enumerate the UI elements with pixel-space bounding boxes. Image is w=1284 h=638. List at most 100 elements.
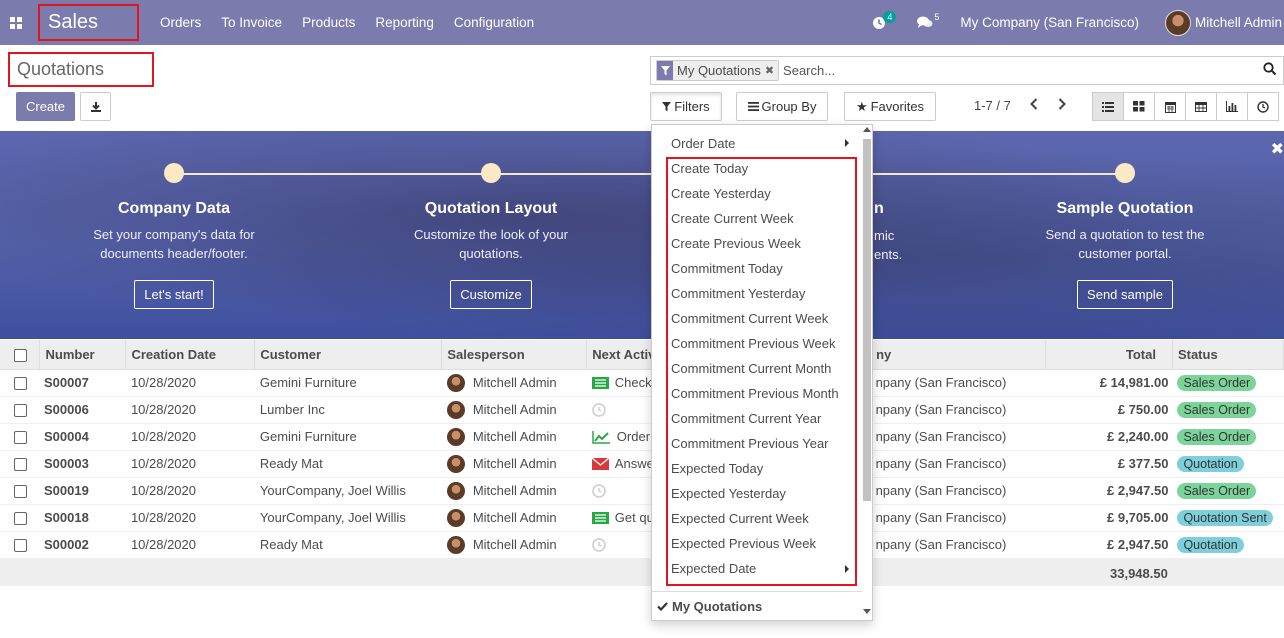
filter-option[interactable]: Commitment Current Year — [671, 411, 821, 426]
salesperson-avatar — [446, 427, 465, 446]
cell-total: £ 377.50 — [1045, 450, 1173, 478]
scroll-up-icon[interactable] — [863, 127, 871, 132]
kanban-view-button[interactable] — [1123, 92, 1155, 121]
filter-option[interactable]: Commitment Yesterday — [671, 286, 805, 301]
table-row[interactable]: S00018 10/28/2020 YourCompany, Joel Willis… — [0, 504, 1284, 532]
cell-status: Sales Order — [1172, 369, 1284, 397]
column-creation-date[interactable]: Creation Date — [125, 340, 256, 370]
cell-salesperson: Mitchell Admin — [441, 531, 587, 559]
filter-option[interactable]: Expected Today — [671, 461, 763, 476]
pager-next-icon[interactable] — [1058, 97, 1066, 113]
remove-facet-icon[interactable]: ✖ — [765, 64, 778, 77]
close-icon[interactable]: ✖ — [1271, 139, 1284, 159]
step-dot — [1115, 163, 1135, 183]
pager-value[interactable]: 1-7 / 7 — [974, 98, 1011, 113]
cell-company: npany (San Francisco) — [870, 423, 1046, 451]
filter-option[interactable]: Create Yesterday — [671, 186, 771, 201]
table-row[interactable]: S00002 10/28/2020 Ready Mat Mitchell Admin n… — [0, 531, 1284, 559]
filter-option[interactable]: Expected Date — [671, 561, 756, 576]
cell-company: npany (San Francisco) — [870, 450, 1046, 478]
filter-option[interactable]: Create Previous Week — [671, 236, 801, 251]
filter-option[interactable]: Expected Previous Week — [671, 536, 816, 551]
filter-option[interactable]: Create Current Week — [671, 211, 794, 226]
filter-option[interactable]: Commitment Previous Year — [671, 436, 829, 451]
cell-customer: YourCompany, Joel Willis — [254, 477, 442, 505]
cell-creation-date: 10/28/2020 — [125, 396, 255, 424]
row-checkbox[interactable] — [0, 504, 40, 532]
clock-icon — [592, 483, 606, 498]
pivot-view-button[interactable] — [1185, 92, 1217, 121]
filter-option[interactable]: Commitment Previous Week — [671, 336, 835, 351]
row-checkbox[interactable] — [0, 369, 40, 397]
lets-start-button[interactable]: Let's start! — [134, 280, 214, 309]
activity-view-button[interactable] — [1247, 92, 1279, 121]
apps-menu-icon[interactable] — [0, 0, 32, 45]
customize-button[interactable]: Customize — [450, 280, 532, 309]
filter-my-quotations[interactable]: My Quotations — [657, 599, 762, 614]
filter-option[interactable]: Commitment Today — [671, 261, 783, 276]
search-facet[interactable]: My Quotations ✖ — [656, 60, 780, 81]
scroll-down-icon[interactable] — [863, 609, 871, 614]
onboarding-banner: Company Data Set your company's data for… — [0, 131, 1284, 339]
messaging-button[interactable]: 5 — [917, 12, 939, 29]
row-checkbox[interactable] — [0, 423, 40, 451]
search-input[interactable] — [783, 63, 1254, 78]
row-checkbox[interactable] — [0, 396, 40, 424]
app-brand[interactable]: Sales — [38, 4, 139, 41]
cell-salesperson: Mitchell Admin — [441, 423, 587, 451]
table-row[interactable]: S00003 10/28/2020 Ready Mat Mitchell Admin A… — [0, 450, 1284, 478]
filter-option[interactable]: Commitment Current Month — [671, 361, 831, 376]
cell-number: S00002 — [39, 531, 126, 559]
table-row[interactable]: S00007 10/28/2020 Gemini Furniture Mitchell… — [0, 369, 1284, 397]
dropdown-scrollbar[interactable] — [863, 139, 871, 501]
salesperson-avatar — [446, 508, 465, 527]
column-customer[interactable]: Customer — [254, 340, 443, 370]
message-count-badge: 5 — [934, 11, 940, 22]
create-button[interactable]: Create — [16, 92, 75, 121]
search-icon[interactable] — [1263, 62, 1277, 79]
select-all-checkbox[interactable] — [0, 340, 41, 370]
pager-previous-icon[interactable] — [1030, 97, 1038, 113]
list-view-button[interactable] — [1092, 92, 1124, 121]
send-sample-button[interactable]: Send sample — [1077, 280, 1173, 309]
cell-company: npany (San Francisco) — [870, 477, 1046, 505]
row-checkbox[interactable] — [0, 450, 40, 478]
column-status[interactable]: Status — [1172, 340, 1284, 370]
column-salesperson[interactable]: Salesperson — [441, 340, 588, 370]
menu-to-invoice[interactable]: To Invoice — [221, 15, 282, 30]
favorites-button[interactable]: ★ Favorites — [844, 92, 936, 121]
graph-view-button[interactable] — [1216, 92, 1248, 121]
table-row[interactable]: S00019 10/28/2020 YourCompany, Joel Willis… — [0, 477, 1284, 505]
company-switcher[interactable]: My Company (San Francisco) — [960, 15, 1139, 30]
filter-option[interactable]: Expected Current Week — [671, 511, 809, 526]
filter-option[interactable]: Commitment Current Week — [671, 311, 828, 326]
column-total[interactable]: Total — [1045, 340, 1173, 370]
clock-icon — [1257, 100, 1269, 113]
column-number[interactable]: Number — [39, 340, 127, 370]
chart-icon — [592, 430, 610, 444]
user-menu[interactable]: Mitchell Admin — [1164, 9, 1282, 36]
calendar-view-button[interactable] — [1154, 92, 1186, 121]
column-company[interactable]: ny — [870, 340, 1047, 370]
row-checkbox[interactable] — [0, 531, 40, 559]
menu-products[interactable]: Products — [302, 15, 355, 30]
menu-reporting[interactable]: Reporting — [375, 15, 434, 30]
cell-salesperson: Mitchell Admin — [441, 477, 587, 505]
menu-orders[interactable]: Orders — [160, 15, 201, 30]
activity-button[interactable]: 4 — [872, 10, 899, 30]
table-row[interactable]: S00004 10/28/2020 Gemini Furniture Mitchell… — [0, 423, 1284, 451]
filter-option[interactable]: Expected Yesterday — [671, 486, 786, 501]
filters-button[interactable]: Filters — [650, 92, 722, 121]
filter-option[interactable]: Create Today — [671, 161, 748, 176]
group-by-button[interactable]: Group By — [736, 92, 828, 121]
cell-number: S00003 — [39, 450, 126, 478]
filter-order-date[interactable]: Order Date — [671, 136, 735, 151]
email-icon — [591, 457, 609, 470]
download-button[interactable] — [80, 92, 111, 121]
table-row[interactable]: S00006 10/28/2020 Lumber Inc Mitchell Admin… — [0, 396, 1284, 424]
menu-configuration[interactable]: Configuration — [454, 15, 534, 30]
cell-status: Sales Order — [1172, 477, 1284, 505]
onboarding-step-company-data: Company Data Set your company's data for… — [54, 163, 294, 309]
filter-option[interactable]: Commitment Previous Month — [671, 386, 839, 401]
row-checkbox[interactable] — [0, 477, 40, 505]
